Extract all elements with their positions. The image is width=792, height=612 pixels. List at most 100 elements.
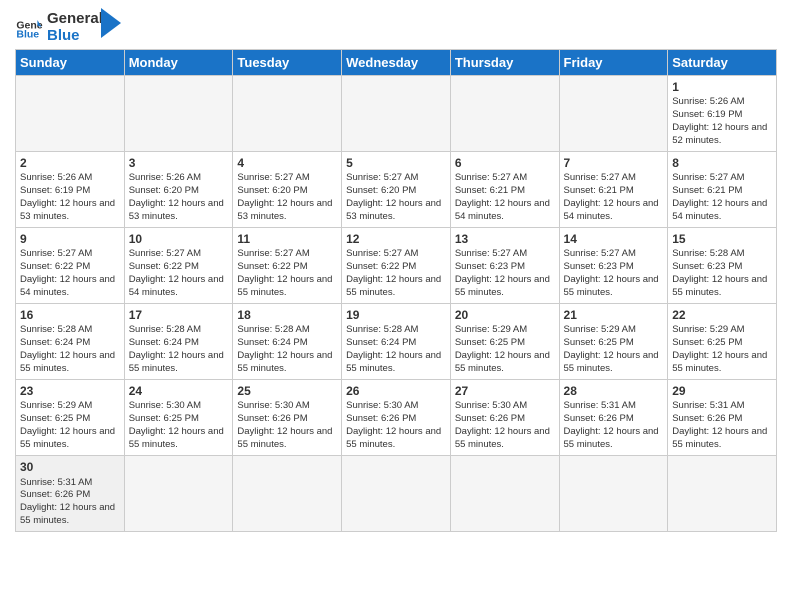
calendar-cell: 26Sunrise: 5:30 AM Sunset: 6:26 PM Dayli… (342, 379, 451, 455)
calendar-cell (124, 455, 233, 531)
day-info: Sunrise: 5:30 AM Sunset: 6:25 PM Dayligh… (129, 400, 229, 451)
calendar-cell: 17Sunrise: 5:28 AM Sunset: 6:24 PM Dayli… (124, 303, 233, 379)
calendar-header: SundayMondayTuesdayWednesdayThursdayFrid… (16, 49, 777, 75)
day-info: Sunrise: 5:29 AM Sunset: 6:25 PM Dayligh… (672, 324, 772, 375)
logo-triangle (101, 8, 121, 38)
day-number: 19 (346, 307, 446, 324)
calendar-cell (559, 455, 668, 531)
calendar-cell: 7Sunrise: 5:27 AM Sunset: 6:21 PM Daylig… (559, 151, 668, 227)
day-info: Sunrise: 5:27 AM Sunset: 6:22 PM Dayligh… (237, 248, 337, 299)
calendar-cell: 3Sunrise: 5:26 AM Sunset: 6:20 PM Daylig… (124, 151, 233, 227)
calendar-cell: 9Sunrise: 5:27 AM Sunset: 6:22 PM Daylig… (16, 227, 125, 303)
day-info: Sunrise: 5:30 AM Sunset: 6:26 PM Dayligh… (455, 400, 555, 451)
calendar-week-3: 9Sunrise: 5:27 AM Sunset: 6:22 PM Daylig… (16, 227, 777, 303)
day-info: Sunrise: 5:28 AM Sunset: 6:24 PM Dayligh… (20, 324, 120, 375)
day-number: 5 (346, 155, 446, 172)
day-number: 26 (346, 383, 446, 400)
weekday-header-wednesday: Wednesday (342, 49, 451, 75)
day-info: Sunrise: 5:26 AM Sunset: 6:19 PM Dayligh… (672, 96, 772, 147)
day-info: Sunrise: 5:31 AM Sunset: 6:26 PM Dayligh… (564, 400, 664, 451)
calendar-cell (124, 75, 233, 151)
day-info: Sunrise: 5:28 AM Sunset: 6:24 PM Dayligh… (237, 324, 337, 375)
calendar-cell: 1Sunrise: 5:26 AM Sunset: 6:19 PM Daylig… (668, 75, 777, 151)
day-number: 2 (20, 155, 120, 172)
day-number: 22 (672, 307, 772, 324)
calendar-cell: 30Sunrise: 5:31 AM Sunset: 6:26 PM Dayli… (16, 455, 125, 531)
day-info: Sunrise: 5:28 AM Sunset: 6:24 PM Dayligh… (129, 324, 229, 375)
calendar-cell (450, 455, 559, 531)
logo-general: General (47, 10, 103, 27)
calendar-cell: 2Sunrise: 5:26 AM Sunset: 6:19 PM Daylig… (16, 151, 125, 227)
day-number: 23 (20, 383, 120, 400)
calendar-week-6: 30Sunrise: 5:31 AM Sunset: 6:26 PM Dayli… (16, 455, 777, 531)
calendar-cell: 14Sunrise: 5:27 AM Sunset: 6:23 PM Dayli… (559, 227, 668, 303)
day-info: Sunrise: 5:26 AM Sunset: 6:19 PM Dayligh… (20, 172, 120, 223)
day-number: 6 (455, 155, 555, 172)
day-info: Sunrise: 5:29 AM Sunset: 6:25 PM Dayligh… (564, 324, 664, 375)
day-info: Sunrise: 5:27 AM Sunset: 6:22 PM Dayligh… (129, 248, 229, 299)
day-number: 16 (20, 307, 120, 324)
calendar-week-2: 2Sunrise: 5:26 AM Sunset: 6:19 PM Daylig… (16, 151, 777, 227)
logo: General Blue General Blue (15, 10, 121, 45)
day-number: 10 (129, 231, 229, 248)
calendar-cell: 6Sunrise: 5:27 AM Sunset: 6:21 PM Daylig… (450, 151, 559, 227)
day-number: 12 (346, 231, 446, 248)
calendar-cell: 23Sunrise: 5:29 AM Sunset: 6:25 PM Dayli… (16, 379, 125, 455)
calendar-cell: 5Sunrise: 5:27 AM Sunset: 6:20 PM Daylig… (342, 151, 451, 227)
day-number: 7 (564, 155, 664, 172)
logo-icon: General Blue (15, 13, 43, 41)
day-info: Sunrise: 5:30 AM Sunset: 6:26 PM Dayligh… (237, 400, 337, 451)
day-number: 15 (672, 231, 772, 248)
day-number: 30 (20, 459, 120, 476)
calendar-cell: 21Sunrise: 5:29 AM Sunset: 6:25 PM Dayli… (559, 303, 668, 379)
calendar-cell: 10Sunrise: 5:27 AM Sunset: 6:22 PM Dayli… (124, 227, 233, 303)
calendar-cell: 29Sunrise: 5:31 AM Sunset: 6:26 PM Dayli… (668, 379, 777, 455)
day-number: 4 (237, 155, 337, 172)
calendar-cell (668, 455, 777, 531)
calendar-body: 1Sunrise: 5:26 AM Sunset: 6:19 PM Daylig… (16, 75, 777, 531)
day-number: 1 (672, 79, 772, 96)
calendar-cell (16, 75, 125, 151)
logo-blue: Blue (47, 27, 103, 44)
calendar-cell (342, 75, 451, 151)
calendar-cell: 13Sunrise: 5:27 AM Sunset: 6:23 PM Dayli… (450, 227, 559, 303)
day-number: 21 (564, 307, 664, 324)
calendar-cell: 11Sunrise: 5:27 AM Sunset: 6:22 PM Dayli… (233, 227, 342, 303)
day-info: Sunrise: 5:30 AM Sunset: 6:26 PM Dayligh… (346, 400, 446, 451)
calendar-cell: 20Sunrise: 5:29 AM Sunset: 6:25 PM Dayli… (450, 303, 559, 379)
weekday-header-tuesday: Tuesday (233, 49, 342, 75)
weekday-header-monday: Monday (124, 49, 233, 75)
weekday-header-friday: Friday (559, 49, 668, 75)
weekday-header-thursday: Thursday (450, 49, 559, 75)
weekday-header-saturday: Saturday (668, 49, 777, 75)
calendar-cell: 22Sunrise: 5:29 AM Sunset: 6:25 PM Dayli… (668, 303, 777, 379)
day-number: 9 (20, 231, 120, 248)
calendar-cell: 4Sunrise: 5:27 AM Sunset: 6:20 PM Daylig… (233, 151, 342, 227)
day-number: 17 (129, 307, 229, 324)
day-number: 27 (455, 383, 555, 400)
weekday-header-sunday: Sunday (16, 49, 125, 75)
day-number: 11 (237, 231, 337, 248)
day-info: Sunrise: 5:27 AM Sunset: 6:23 PM Dayligh… (455, 248, 555, 299)
calendar-cell (342, 455, 451, 531)
day-number: 28 (564, 383, 664, 400)
day-number: 8 (672, 155, 772, 172)
calendar-cell (233, 455, 342, 531)
day-info: Sunrise: 5:29 AM Sunset: 6:25 PM Dayligh… (20, 400, 120, 451)
day-info: Sunrise: 5:27 AM Sunset: 6:22 PM Dayligh… (20, 248, 120, 299)
svg-text:Blue: Blue (16, 29, 39, 41)
day-number: 29 (672, 383, 772, 400)
day-number: 18 (237, 307, 337, 324)
day-number: 14 (564, 231, 664, 248)
calendar-cell: 16Sunrise: 5:28 AM Sunset: 6:24 PM Dayli… (16, 303, 125, 379)
calendar-cell: 18Sunrise: 5:28 AM Sunset: 6:24 PM Dayli… (233, 303, 342, 379)
day-info: Sunrise: 5:27 AM Sunset: 6:21 PM Dayligh… (455, 172, 555, 223)
day-info: Sunrise: 5:26 AM Sunset: 6:20 PM Dayligh… (129, 172, 229, 223)
day-info: Sunrise: 5:27 AM Sunset: 6:23 PM Dayligh… (564, 248, 664, 299)
calendar-cell (559, 75, 668, 151)
day-number: 24 (129, 383, 229, 400)
calendar-cell: 25Sunrise: 5:30 AM Sunset: 6:26 PM Dayli… (233, 379, 342, 455)
calendar-week-4: 16Sunrise: 5:28 AM Sunset: 6:24 PM Dayli… (16, 303, 777, 379)
day-info: Sunrise: 5:27 AM Sunset: 6:22 PM Dayligh… (346, 248, 446, 299)
calendar-cell: 28Sunrise: 5:31 AM Sunset: 6:26 PM Dayli… (559, 379, 668, 455)
